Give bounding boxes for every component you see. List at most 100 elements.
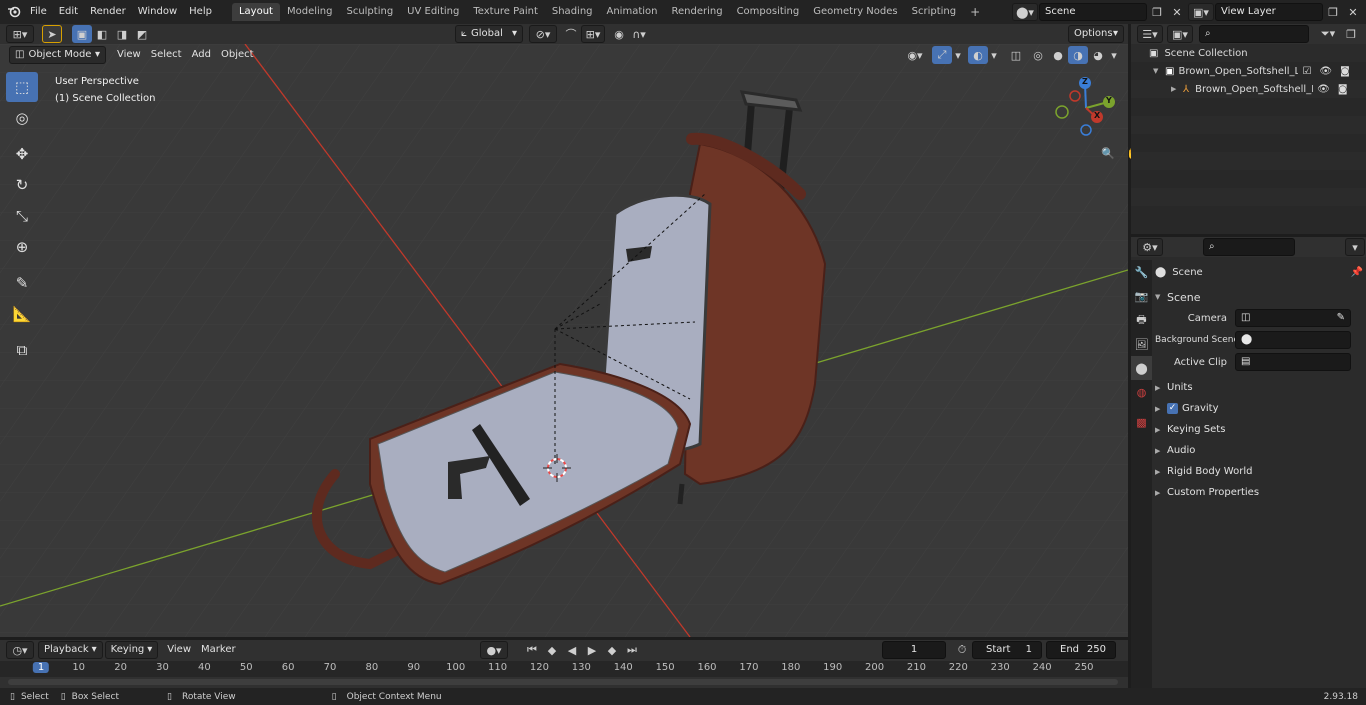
mode-dropdown[interactable]: ◫ Object Mode ▾ — [9, 46, 106, 64]
annotate-tool-icon[interactable]: ✎ — [6, 268, 38, 298]
properties-editor-type-icon[interactable]: ⚙▾ — [1137, 238, 1163, 256]
scene-name-field[interactable]: Scene — [1039, 3, 1147, 21]
outliner-editor-type-icon[interactable]: ☰▾ — [1137, 25, 1163, 43]
scene-panel-header[interactable]: ▼ Scene — [1155, 287, 1363, 307]
orientation-dropdown[interactable]: ⟀ Global ▾ — [455, 25, 523, 43]
delete-view-layer-icon[interactable]: ✕ — [1343, 3, 1363, 21]
add-cube-tool-icon[interactable]: ⧉ — [6, 335, 38, 365]
snap-icon[interactable]: ⌒ — [561, 25, 581, 43]
panel-units[interactable]: ▶ Units — [1155, 377, 1363, 398]
jump-end-icon[interactable]: ⏭ — [622, 641, 642, 659]
render-camera-icon[interactable]: ◙ — [1340, 66, 1350, 77]
snap-target-icon[interactable]: ⊞▾ — [581, 25, 605, 43]
material-shading-icon[interactable]: ◑ — [1068, 46, 1088, 64]
zoom-icon[interactable]: 🔍 — [1097, 142, 1119, 164]
timeline-view-menu[interactable]: View — [162, 641, 196, 659]
3d-viewport[interactable] — [0, 44, 1128, 637]
select-extend-icon[interactable]: ◧ — [92, 25, 112, 43]
timeline-editor-type-icon[interactable]: ◷▾ — [6, 641, 34, 659]
outliner-search-input[interactable]: ⌕ — [1199, 25, 1309, 43]
falloff-icon[interactable]: ∩▾ — [629, 25, 649, 43]
start-frame-field[interactable]: Start 1 — [972, 641, 1042, 659]
tab-texture-paint[interactable]: Texture Paint — [466, 3, 545, 21]
jump-keyframe-back-icon[interactable]: ◆ — [542, 641, 562, 659]
rendered-shading-icon[interactable]: ◕ — [1088, 46, 1108, 64]
menu-render[interactable]: Render — [84, 0, 132, 24]
playback-menu[interactable]: Playback ▾ — [38, 641, 103, 659]
render-camera-icon[interactable]: ◙ — [1338, 84, 1348, 95]
tab-rendering[interactable]: Rendering — [664, 3, 729, 21]
select-new-icon[interactable]: ▣ — [72, 25, 92, 43]
jump-start-icon[interactable]: ⏮ — [522, 641, 542, 659]
editor-type-icon[interactable]: ⊞▾ — [6, 25, 34, 43]
current-frame-field[interactable]: 1 — [882, 641, 946, 659]
filter-icon[interactable]: ⏷▾ — [1315, 25, 1341, 43]
panel-gravity[interactable]: ▶ ✓ Gravity — [1155, 398, 1363, 419]
view-layer-field[interactable]: View Layer — [1215, 3, 1323, 21]
options-dropdown[interactable]: Options ▾ — [1068, 25, 1124, 43]
overlays-dropdown-icon[interactable]: ▾ — [988, 46, 1000, 64]
timeline-frame-ruler[interactable]: 1 10 20 30 40 50 60 70 80 90 100 110 120 130 140 150 160… — [0, 661, 1128, 677]
viewport-menu-add[interactable]: Add — [187, 46, 216, 64]
proportional-edit-icon[interactable]: ◉ — [609, 25, 629, 43]
delete-scene-icon[interactable]: ✕ — [1167, 3, 1187, 21]
new-scene-icon[interactable]: ❐ — [1147, 3, 1167, 21]
select-subtract-icon[interactable]: ◨ — [112, 25, 132, 43]
move-tool-icon[interactable]: ✥ — [6, 139, 38, 169]
tab-shading[interactable]: Shading — [545, 3, 600, 21]
tab-compositing[interactable]: Compositing — [730, 3, 807, 21]
visibility-icon[interactable]: ◉▾ — [902, 46, 928, 64]
view-layer-tab-icon[interactable]: 🖼 — [1131, 332, 1152, 356]
current-frame-indicator[interactable]: 1 — [32, 662, 50, 673]
display-mode-icon[interactable]: ▣▾ — [1167, 25, 1193, 43]
select-tool-icon[interactable]: ➤ — [42, 25, 62, 43]
transform-tool-icon[interactable]: ⊕ — [6, 232, 38, 262]
jump-keyframe-forward-icon[interactable]: ◆ — [602, 641, 622, 659]
new-view-layer-icon[interactable]: ❐ — [1323, 3, 1343, 21]
menu-file[interactable]: File — [24, 0, 53, 24]
shading-dropdown-icon[interactable]: ▾ — [1108, 46, 1120, 64]
pivot-point-icon[interactable]: ⊘▾ — [529, 25, 557, 43]
viewport-menu-object[interactable]: Object — [216, 46, 259, 64]
expand-right-icon[interactable]: ▶ — [1171, 85, 1183, 93]
outliner-row-collection[interactable]: ▼ ▣ Brown_Open_Softshell_Lugga ☑ 👁 ◙ — [1131, 62, 1366, 80]
overlays-toggle-icon[interactable]: ◐ — [968, 46, 988, 64]
gizmo-toggle-icon[interactable]: ⤢ — [932, 46, 952, 64]
panel-custom-properties[interactable]: ▶ Custom Properties — [1155, 482, 1363, 503]
play-icon[interactable]: ▶ — [582, 641, 602, 659]
output-tab-icon[interactable]: 🖶 — [1131, 308, 1152, 332]
menu-help[interactable]: Help — [183, 0, 218, 24]
blender-logo-icon[interactable] — [4, 3, 24, 21]
end-frame-field[interactable]: End 250 — [1046, 641, 1116, 659]
play-reverse-icon[interactable]: ◀ — [562, 641, 582, 659]
properties-options-icon[interactable]: ▾ — [1345, 238, 1365, 256]
tool-tab-icon[interactable]: 🔧 — [1131, 260, 1152, 284]
tab-sculpting[interactable]: Sculpting — [339, 3, 400, 21]
rotate-tool-icon[interactable]: ↻ — [6, 170, 38, 200]
viewport-menu-select[interactable]: Select — [146, 46, 187, 64]
select-box-tool-icon[interactable]: ⬚ — [6, 72, 38, 102]
select-intersect-icon[interactable]: ◩ — [132, 25, 152, 43]
scene-icon[interactable]: ⬤▾ — [1012, 3, 1038, 21]
outliner-row-object[interactable]: ▶ ⅄ Brown_Open_Softshell_L 👁 ◙ — [1131, 80, 1366, 98]
timeline-scrollbar[interactable] — [8, 679, 1118, 685]
properties-search-input[interactable]: ⌕ — [1203, 238, 1295, 256]
active-clip-field[interactable]: ▤ — [1235, 353, 1351, 371]
render-tab-icon[interactable]: 📷 — [1131, 284, 1152, 308]
menu-window[interactable]: Window — [132, 0, 183, 24]
wireframe-shading-icon[interactable]: ◎ — [1028, 46, 1048, 64]
visibility-eye-icon[interactable]: 👁 — [1317, 84, 1330, 95]
texture-tab-icon[interactable]: ▩ — [1131, 410, 1152, 434]
tab-scripting[interactable]: Scripting — [905, 3, 963, 21]
marker-menu[interactable]: Marker — [196, 641, 241, 659]
tab-layout[interactable]: Layout — [231, 3, 280, 21]
panel-keying-sets[interactable]: ▶ Keying Sets — [1155, 419, 1363, 440]
view-layer-icon[interactable]: ▣▾ — [1188, 3, 1214, 21]
scale-tool-icon[interactable]: ⤡ — [6, 201, 38, 231]
pin-icon[interactable]: 📌 — [1351, 267, 1363, 278]
panel-audio[interactable]: ▶ Audio — [1155, 440, 1363, 461]
xray-icon[interactable]: ◫ — [1006, 46, 1026, 64]
menu-edit[interactable]: Edit — [53, 0, 84, 24]
tab-geometry-nodes[interactable]: Geometry Nodes — [806, 3, 904, 21]
visibility-eye-icon[interactable]: 👁 — [1319, 66, 1332, 77]
